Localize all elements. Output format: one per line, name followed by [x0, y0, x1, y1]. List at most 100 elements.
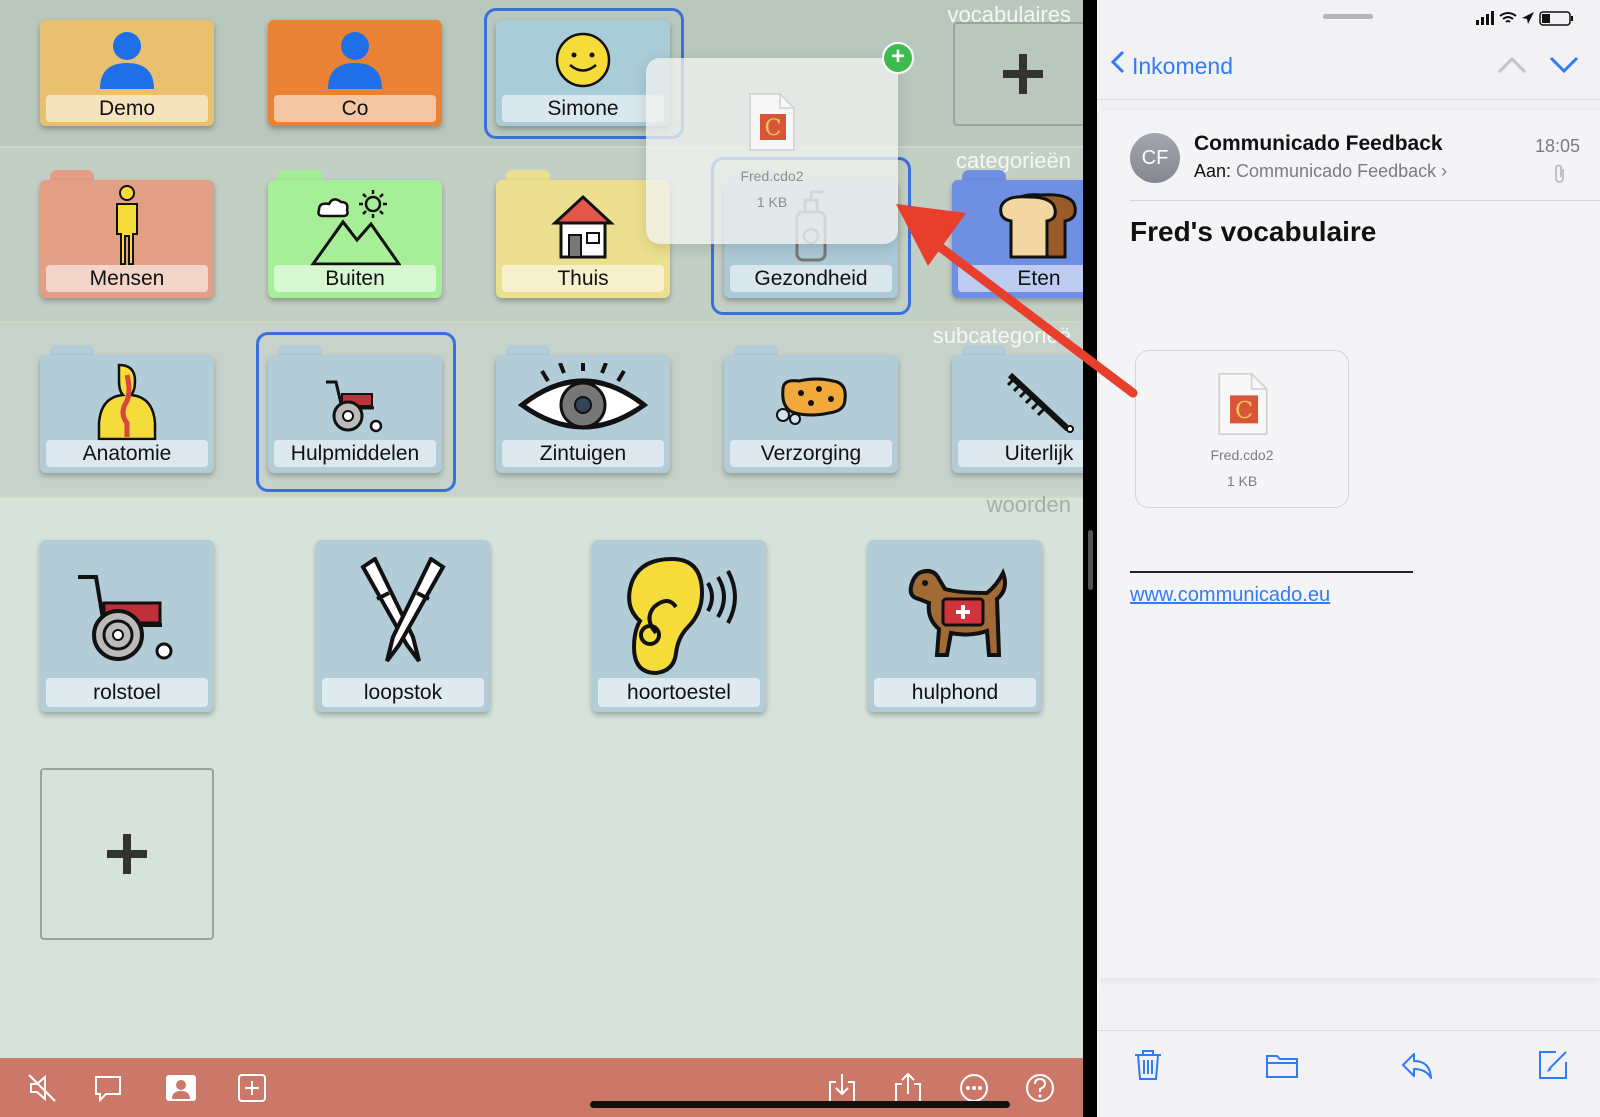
person-icon	[40, 26, 214, 94]
header-separator	[1130, 200, 1600, 201]
mail-toolbar	[1097, 1030, 1600, 1117]
sponge-icon	[724, 361, 898, 441]
recipient-line[interactable]: Aan: Communicado Feedback ›	[1194, 161, 1447, 182]
vocab-tile-co[interactable]: Co	[268, 20, 442, 126]
vocab-tile-simone[interactable]: Simone	[496, 20, 670, 126]
screen: vocabulaires categorieën subcategorieë w…	[0, 0, 1600, 1117]
share-icon[interactable]	[892, 1072, 924, 1104]
subcategory-zintuigen[interactable]: Zintuigen	[496, 343, 670, 473]
category-mensen[interactable]: Mensen	[40, 168, 214, 298]
subcategory-label: Uiterlijk	[958, 440, 1083, 467]
trash-icon[interactable]	[1131, 1048, 1165, 1082]
vocab-tile-label: Co	[274, 95, 436, 122]
chevron-down-icon[interactable]	[1548, 54, 1580, 76]
word-label: loopstok	[322, 678, 484, 707]
subcategory-verzorging[interactable]: Verzorging	[724, 343, 898, 473]
drag-file-name: Fred.cdo2	[740, 168, 804, 184]
word-label: hoortoestel	[598, 678, 760, 707]
add-box-icon[interactable]	[236, 1072, 268, 1104]
word-tile-loopstok[interactable]: loopstok	[316, 540, 490, 712]
svg-text:C: C	[765, 116, 782, 141]
word-tile-rolstoel[interactable]: rolstoel	[40, 540, 214, 712]
service-dog-icon	[868, 550, 1042, 675]
subcategory-hulpmiddelen[interactable]: Hulpmiddelen	[268, 343, 442, 473]
compose-icon[interactable]	[1536, 1048, 1570, 1082]
crutches-icon	[316, 550, 490, 675]
add-vocabulary-button[interactable]	[953, 22, 1083, 126]
wheelchair-icon	[40, 550, 214, 675]
category-label: Thuis	[502, 265, 664, 292]
sender-name[interactable]: Communicado Feedback	[1194, 132, 1443, 156]
drop-add-badge-icon: +	[882, 42, 914, 74]
back-button[interactable]: Inkomend	[1110, 50, 1233, 80]
subcategory-label: Hulpmiddelen	[274, 440, 436, 467]
more-icon[interactable]	[958, 1072, 990, 1104]
subcategory-uiterlijk[interactable]: Uiterlijk	[952, 343, 1083, 473]
message-subject: Fred's vocabulaire	[1130, 216, 1377, 247]
ear-icon	[592, 550, 766, 675]
import-icon[interactable]	[826, 1072, 858, 1104]
category-label: Gezondheid	[730, 265, 892, 292]
plus-icon	[107, 834, 147, 874]
anatomy-icon	[40, 361, 214, 441]
add-word-button[interactable]	[40, 768, 214, 940]
plus-icon	[1003, 54, 1043, 94]
word-tile-hulphond[interactable]: hulphond	[868, 540, 1042, 712]
vocab-tile-label: Demo	[46, 95, 208, 122]
bottom-toolbar	[0, 1058, 1083, 1117]
word-label: rolstoel	[46, 678, 208, 707]
category-thuis[interactable]: Thuis	[496, 168, 670, 298]
recipient-name: Communicado Feedback	[1236, 161, 1437, 181]
eye-icon	[496, 361, 670, 441]
mute-icon[interactable]	[26, 1072, 58, 1104]
house-icon	[496, 186, 670, 266]
subcategory-label: Anatomie	[46, 440, 208, 467]
person-icon	[268, 26, 442, 94]
avatar[interactable]: CF	[1130, 133, 1180, 183]
home-indicator	[590, 1101, 1010, 1108]
message-time: 18:05	[1534, 136, 1580, 156]
file-icon: C	[1218, 373, 1268, 435]
bread-icon	[952, 186, 1083, 266]
vocab-tile-label: Simone	[502, 95, 664, 122]
attachment-file-name: Fred.cdo2	[1210, 447, 1274, 463]
paperclip-icon	[1555, 164, 1564, 183]
wheelchair-icon	[268, 361, 442, 441]
vocabulary-app: vocabulaires categorieën subcategorieë w…	[0, 0, 1083, 1117]
subcategory-label: Zintuigen	[502, 440, 664, 467]
person-icon[interactable]	[165, 1072, 197, 1104]
back-label: Inkomend	[1132, 53, 1234, 79]
word-label: hulphond	[874, 678, 1036, 707]
subcategory-label: Verzorging	[730, 440, 892, 467]
speech-bubble-icon[interactable]	[92, 1072, 124, 1104]
category-buiten[interactable]: Buiten	[268, 168, 442, 298]
attachment-file-size: 1 KB	[1226, 473, 1258, 489]
chevron-up-icon[interactable]	[1496, 54, 1528, 76]
subcategory-anatomie[interactable]: Anatomie	[40, 343, 214, 473]
folder-icon[interactable]	[1265, 1048, 1299, 1082]
split-view-handle[interactable]	[1088, 530, 1093, 590]
attachment-card[interactable]: C Fred.cdo2 1 KB	[1135, 350, 1349, 508]
chevron-left-icon	[1110, 50, 1126, 80]
drag-file-size: 1 KB	[756, 194, 788, 210]
category-eten[interactable]: Eten	[952, 168, 1083, 298]
signature-link[interactable]: www.communicado.eu	[1130, 584, 1330, 607]
reply-icon[interactable]	[1400, 1048, 1434, 1082]
smiley-icon	[496, 26, 670, 94]
help-icon[interactable]	[1024, 1072, 1056, 1104]
chevron-right-icon: ›	[1441, 161, 1448, 181]
category-label: Eten	[958, 265, 1083, 292]
category-label: Buiten	[274, 265, 436, 292]
human-body-icon	[40, 185, 214, 266]
word-tile-hoortoestel[interactable]: hoortoestel	[592, 540, 766, 712]
landscape-icon	[268, 186, 442, 266]
words-label: woorden	[986, 492, 1071, 517]
drag-preview: C Fred.cdo2 1 KB	[646, 58, 898, 244]
file-icon: C	[749, 93, 795, 151]
window-grabber[interactable]	[1323, 14, 1373, 19]
signature-divider	[1130, 571, 1413, 573]
vocab-tile-demo[interactable]: Demo	[40, 20, 214, 126]
status-icons	[1476, 11, 1573, 26]
svg-text:C: C	[1235, 396, 1253, 424]
comb-icon	[952, 361, 1083, 441]
